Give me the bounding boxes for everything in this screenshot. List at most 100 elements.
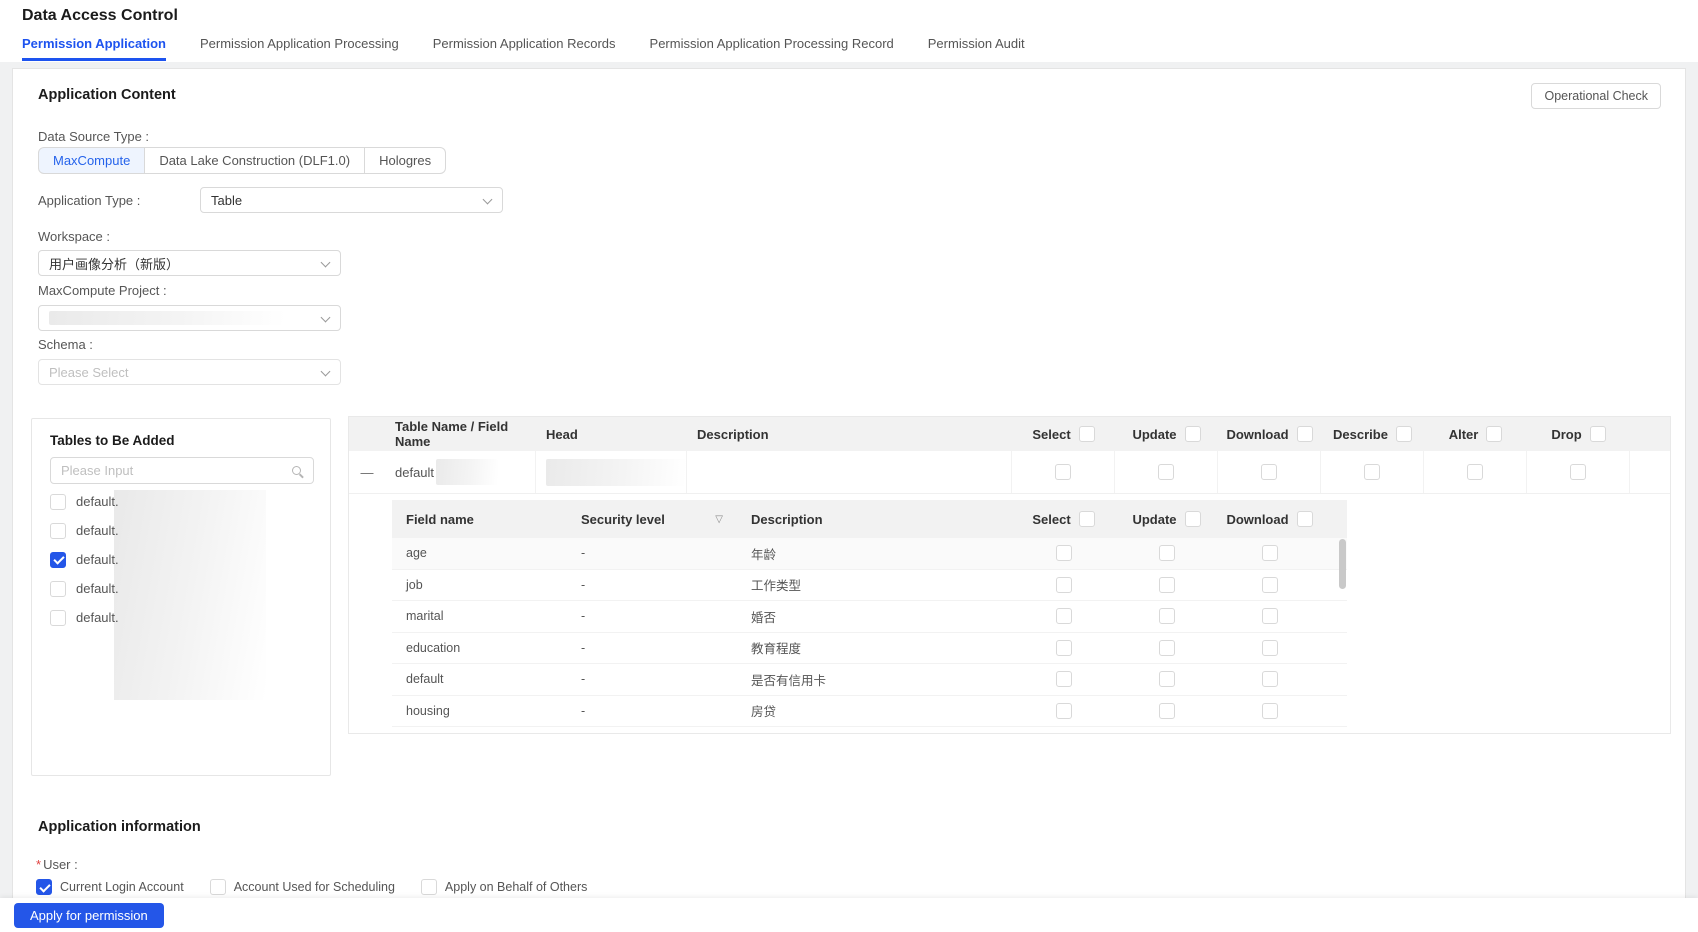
table-checkbox[interactable] [50, 493, 66, 510]
update-all-checkbox[interactable] [1184, 426, 1201, 442]
collapse-row-icon[interactable]: — [361, 465, 374, 480]
field-select-checkbox[interactable] [1055, 702, 1072, 719]
col-alter: Alter [1424, 426, 1527, 442]
tab-permission-application-processing-record[interactable]: Permission Application Processing Record [650, 36, 894, 61]
table-checkbox[interactable] [50, 609, 66, 626]
download-checkbox[interactable] [1261, 464, 1277, 480]
apply-for-permission-button[interactable]: Apply for permission [14, 903, 164, 928]
field-update-all-checkbox[interactable] [1184, 511, 1201, 527]
table-list-item[interactable]: default. [32, 516, 330, 545]
field-download-all-checkbox[interactable] [1296, 511, 1313, 527]
search-icon [292, 466, 301, 475]
col-update-label: Update [1132, 426, 1177, 442]
table-checkbox-checked[interactable] [50, 551, 66, 568]
schema-placeholder: Please Select [49, 364, 129, 380]
tab-permission-application-processing[interactable]: Permission Application Processing [200, 36, 399, 61]
field-download-checkbox[interactable] [1261, 671, 1278, 688]
col-field-description: Description [751, 511, 823, 527]
field-row: job - 工作类型 [392, 570, 1347, 601]
alter-all-checkbox[interactable] [1486, 426, 1503, 442]
field-download-checkbox[interactable] [1261, 576, 1278, 593]
tab-permission-application[interactable]: Permission Application [22, 36, 166, 61]
field-update-checkbox[interactable] [1158, 608, 1175, 625]
col-security-level-label: Security level [581, 511, 665, 527]
field-description: 是否有信用卡 [751, 673, 827, 688]
describe-all-checkbox[interactable] [1395, 426, 1412, 442]
data-source-option-hologres[interactable]: Hologres [365, 147, 447, 174]
user-option-apply-on-behalf-of-others[interactable]: Apply on Behalf of Others [420, 879, 587, 895]
field-update-checkbox[interactable] [1158, 639, 1175, 656]
security-level: - [581, 640, 586, 655]
col-field-select: Select [1012, 511, 1115, 527]
workspace-value: 用户画像分析（新版） [49, 256, 180, 272]
field-name: education [406, 640, 461, 655]
table-search-input[interactable] [61, 463, 285, 478]
data-source-option-maxcompute[interactable]: MaxCompute [38, 147, 146, 174]
data-source-option-dlf[interactable]: Data Lake Construction (DLF1.0) [145, 147, 366, 174]
field-name: job [406, 577, 423, 592]
maxcompute-project-select[interactable] [38, 305, 341, 331]
drop-all-checkbox[interactable] [1589, 426, 1606, 442]
field-select-checkbox[interactable] [1055, 545, 1072, 562]
user-options-row: Current Login Account Account Used for S… [36, 879, 587, 895]
table-list-item[interactable]: default. [32, 574, 330, 603]
field-update-checkbox[interactable] [1158, 702, 1175, 719]
field-select-checkbox[interactable] [1055, 608, 1072, 625]
field-update-checkbox[interactable] [1158, 671, 1175, 688]
operational-check-button[interactable]: Operational Check [1531, 83, 1661, 109]
alter-checkbox[interactable] [1467, 464, 1483, 480]
field-download-checkbox[interactable] [1261, 545, 1278, 562]
filter-icon[interactable]: ▽ [715, 514, 723, 525]
col-field-update-label: Update [1132, 511, 1177, 527]
select-all-checkbox[interactable] [1078, 426, 1095, 442]
user-option-current-login-account[interactable]: Current Login Account [36, 879, 184, 895]
user-option-checkbox[interactable] [209, 879, 226, 895]
col-field-download-label: Download [1226, 511, 1289, 527]
col-download-label: Download [1226, 426, 1289, 442]
tab-permission-application-records[interactable]: Permission Application Records [433, 36, 616, 61]
field-select-all-checkbox[interactable] [1078, 511, 1095, 527]
user-option-label: Current Login Account [60, 880, 184, 894]
field-update-checkbox[interactable] [1158, 545, 1175, 562]
user-option-checkbox[interactable] [420, 879, 437, 895]
field-download-checkbox[interactable] [1261, 702, 1278, 719]
application-type-select[interactable]: Table [200, 187, 503, 213]
tab-permission-audit[interactable]: Permission Audit [928, 36, 1025, 61]
describe-checkbox[interactable] [1364, 464, 1380, 480]
download-all-checkbox[interactable] [1296, 426, 1313, 442]
table-row: — default [349, 451, 1670, 494]
col-describe: Describe [1321, 426, 1424, 442]
field-download-checkbox[interactable] [1261, 608, 1278, 625]
field-row: marital - 婚否 [392, 601, 1347, 633]
table-name-prefix: default. [76, 552, 119, 567]
col-drop-label: Drop [1551, 426, 1582, 442]
col-select: Select [1012, 426, 1115, 442]
user-option-account-used-for-scheduling[interactable]: Account Used for Scheduling [209, 879, 395, 895]
field-select-checkbox[interactable] [1055, 671, 1072, 688]
user-option-checkbox-checked[interactable] [36, 879, 52, 895]
col-alter-label: Alter [1448, 426, 1479, 442]
required-mark: * [36, 857, 42, 872]
select-checkbox[interactable] [1055, 464, 1071, 480]
col-description: Description [697, 426, 769, 442]
table-list-item[interactable]: default. [32, 603, 330, 632]
redacted-project-value [49, 311, 285, 325]
field-table-header: Field name Security level ▽ Description … [392, 500, 1347, 538]
schema-select[interactable]: Please Select [38, 359, 341, 385]
drop-checkbox[interactable] [1570, 464, 1586, 480]
col-field-download: Download [1218, 511, 1321, 527]
table-list-item[interactable]: default. [32, 487, 330, 516]
table-list-item[interactable]: default. [32, 545, 330, 574]
vertical-scrollbar-thumb[interactable] [1339, 539, 1346, 589]
chevron-down-icon [320, 312, 331, 323]
workspace-select[interactable]: 用户画像分析（新版） [38, 250, 341, 276]
field-select-checkbox[interactable] [1055, 576, 1072, 593]
table-search-box [50, 457, 314, 484]
update-checkbox[interactable] [1158, 464, 1174, 480]
field-download-checkbox[interactable] [1261, 639, 1278, 656]
col-security-level: Security level ▽ [567, 512, 737, 527]
table-checkbox[interactable] [50, 580, 66, 597]
table-checkbox[interactable] [50, 522, 66, 539]
field-select-checkbox[interactable] [1055, 639, 1072, 656]
field-update-checkbox[interactable] [1158, 576, 1175, 593]
